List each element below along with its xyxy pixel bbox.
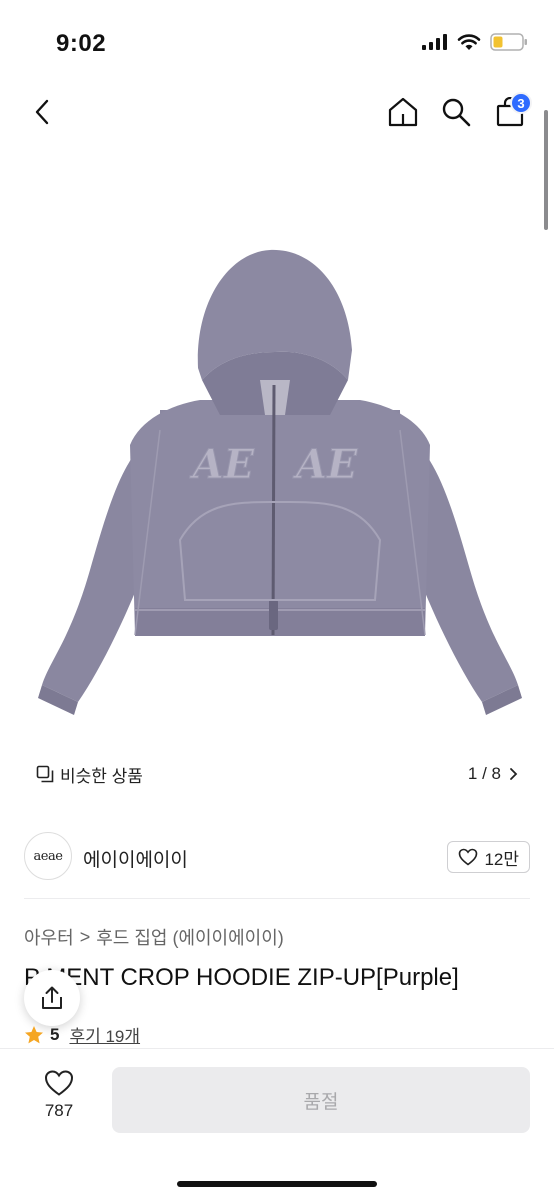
similar-items-icon (36, 765, 54, 783)
battery-icon (490, 33, 527, 51)
cart-button[interactable]: 3 (488, 88, 532, 136)
home-icon (388, 97, 418, 127)
brand-row[interactable]: aeae 에이이에이이 12만 (0, 830, 554, 886)
breadcrumb: 아우터 > 후드 집업 (에이이에이이) (24, 924, 284, 950)
divider (24, 898, 530, 899)
bottom-action-bar: 787 품절 (0, 1048, 554, 1200)
cart-count-badge: 3 (510, 92, 532, 114)
breadcrumb-separator: > (79, 926, 91, 947)
similar-products-button[interactable]: 비슷한 상품 (24, 756, 155, 792)
wifi-icon (457, 33, 481, 50)
chevron-right-icon (510, 768, 518, 780)
heart-icon (459, 848, 478, 866)
wishlist-button[interactable]: 787 (30, 1069, 88, 1133)
home-button[interactable] (381, 88, 425, 136)
gallery-page-indicator[interactable]: 1 / 8 (455, 756, 530, 792)
page-indicator-text: 1 / 8 (467, 764, 501, 783)
rating-score: 5 (50, 1024, 60, 1044)
home-indicator (177, 1181, 377, 1187)
back-button[interactable] (20, 88, 64, 136)
breadcrumb-subcategory[interactable]: 후드 집업 (에이이에이이) (96, 924, 284, 950)
hoodie-print-text: AE AE (189, 441, 358, 488)
similar-products-label: 비슷한 상품 (60, 766, 143, 786)
nav-bar: 3 (0, 88, 554, 140)
heart-icon (44, 1070, 74, 1096)
review-count-link[interactable]: 후기 19개 (69, 1022, 140, 1047)
share-button[interactable] (24, 970, 80, 1026)
search-icon (442, 98, 471, 127)
brand-like-button[interactable]: 12만 (447, 841, 530, 873)
brand-like-count: 12만 (484, 849, 519, 869)
chevron-left-icon (35, 99, 49, 125)
product-image[interactable]: AE AE (30, 240, 530, 730)
search-button[interactable] (434, 88, 478, 136)
share-icon (42, 986, 62, 1009)
rating-row: 5 후기 19개 (24, 1022, 140, 1047)
status-bar: 9:02 (0, 0, 554, 88)
wishlist-count: 787 (44, 1101, 74, 1120)
signal-icon (422, 34, 447, 50)
breadcrumb-category[interactable]: 아우터 (24, 924, 74, 950)
soldout-button[interactable]: 품절 (112, 1067, 530, 1133)
star-icon (25, 1025, 43, 1043)
brand-name[interactable]: 에이이에이이 (83, 845, 188, 872)
brand-logo[interactable]: aeae (24, 832, 72, 880)
status-time: 9:02 (56, 30, 107, 57)
scroll-indicator (544, 110, 548, 230)
status-icons (422, 33, 528, 51)
product-title: P MENT CROP HOODIE ZIP-UP[Purple] (24, 964, 459, 991)
